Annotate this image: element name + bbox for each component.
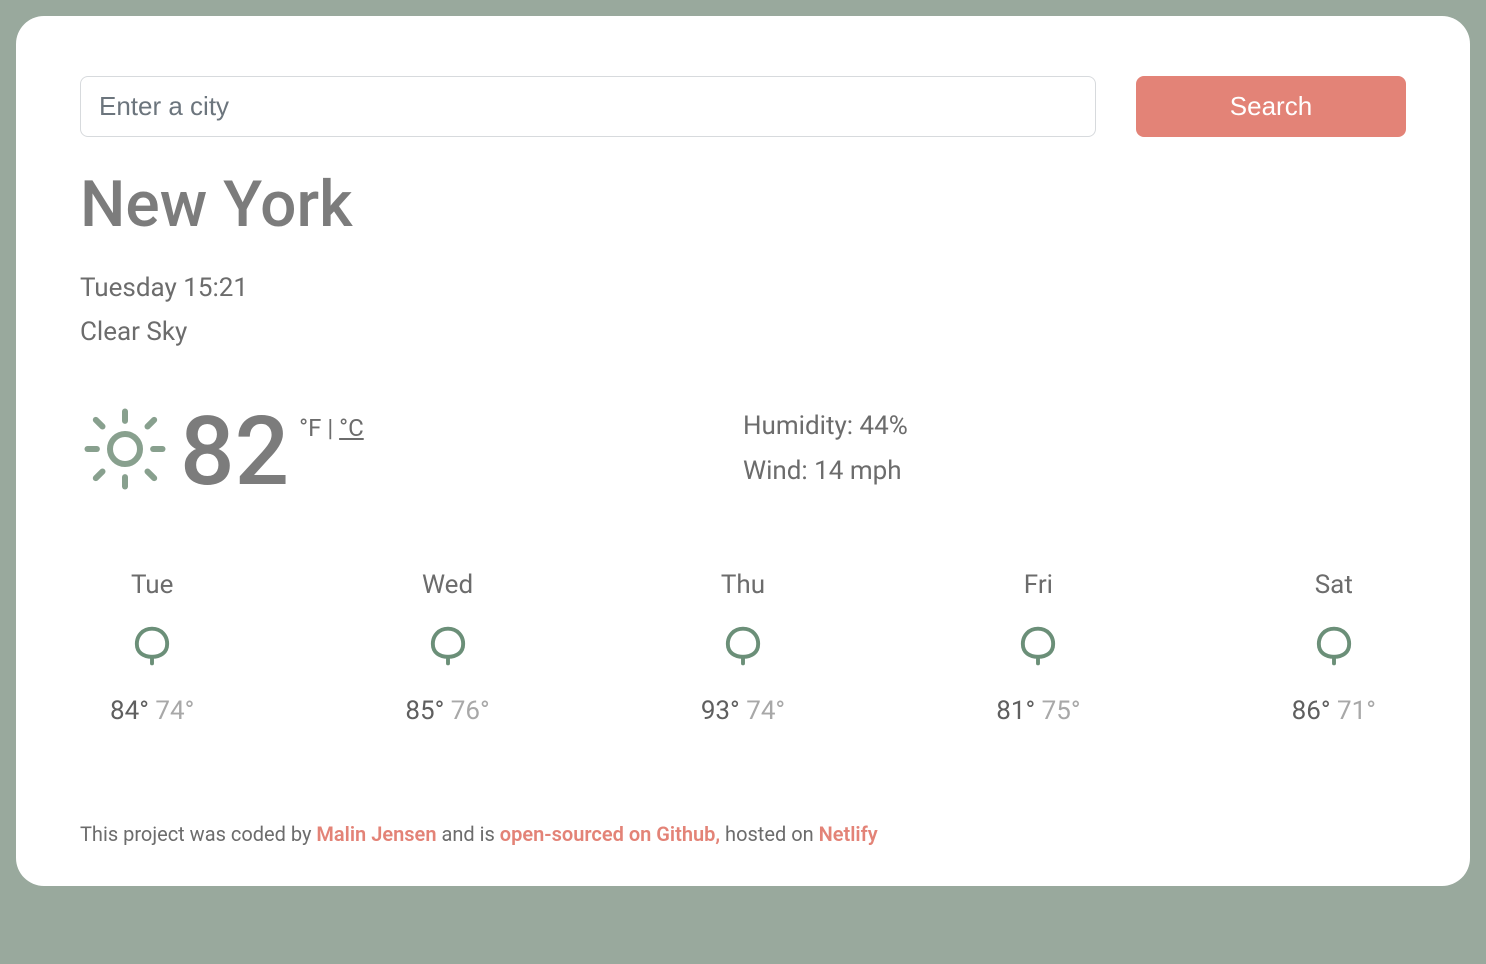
weather-card: Search New York Tuesday 15:21 Clear Sky …	[16, 16, 1470, 886]
forecast-day-label: Thu	[721, 570, 765, 600]
forecast-low: 76°	[451, 696, 490, 726]
footer-credits: This project was coded by Malin Jensen a…	[80, 822, 878, 846]
unit-toggle: °F | °C	[299, 414, 364, 442]
search-button[interactable]: Search	[1136, 76, 1406, 137]
forecast-temps: 93° 74°	[701, 696, 785, 726]
current-weather-row: 82 °F | °C Humidity: 44% Wind: 14 mph	[80, 404, 1406, 500]
footer-text-1: This project was coded by	[80, 822, 316, 846]
celsius-link[interactable]: °C	[339, 414, 364, 442]
forecast-high: 93°	[701, 696, 740, 726]
netlify-link[interactable]: Netlify	[819, 822, 878, 846]
forecast-temps: 85° 76°	[405, 696, 489, 726]
fahrenheit-link[interactable]: °F	[299, 414, 321, 442]
forecast-col: Wed 85° 76°	[405, 570, 489, 726]
humidity-value: 44%	[860, 411, 908, 441]
forecast-temps: 81° 75°	[996, 696, 1080, 726]
condition-text: Clear Sky	[80, 310, 1406, 354]
cloud-rain-icon	[126, 620, 178, 676]
github-link[interactable]: open-sourced on Github,	[500, 822, 720, 846]
forecast-temps: 84° 74°	[110, 696, 194, 726]
current-temperature: 82	[180, 404, 289, 500]
forecast-high: 81°	[996, 696, 1035, 726]
author-link[interactable]: Malin Jensen	[316, 822, 436, 846]
sun-icon	[80, 404, 170, 498]
wind-value: 14 mph	[814, 456, 901, 486]
forecast-day-label: Fri	[1024, 570, 1053, 600]
unit-separator: |	[321, 414, 339, 442]
forecast-day-label: Wed	[422, 570, 473, 600]
forecast-high: 86°	[1292, 696, 1331, 726]
forecast-high: 84°	[110, 696, 149, 726]
footer-text-2: and is	[437, 822, 500, 846]
city-search-input[interactable]	[80, 76, 1096, 137]
stats-block: Humidity: 44% Wind: 14 mph	[743, 404, 1406, 492]
cloud-rain-icon	[1308, 620, 1360, 676]
city-name: New York	[80, 167, 1406, 242]
humidity-line: Humidity: 44%	[743, 404, 1406, 448]
footer-text-3: hosted on	[720, 822, 819, 846]
forecast-col: Sat 86° 71°	[1292, 570, 1376, 726]
humidity-label: Humidity:	[743, 411, 860, 441]
forecast-low: 75°	[1042, 696, 1081, 726]
datetime-text: Tuesday 15:21	[80, 266, 1406, 310]
forecast-high: 85°	[405, 696, 444, 726]
forecast-day-label: Tue	[131, 570, 173, 600]
forecast-day-label: Sat	[1315, 570, 1353, 600]
forecast-col: Fri 81° 75°	[996, 570, 1080, 726]
forecast-col: Thu 93° 74°	[701, 570, 785, 726]
forecast-temps: 86° 71°	[1292, 696, 1376, 726]
forecast-low: 71°	[1337, 696, 1376, 726]
forecast-row: Tue 84° 74° Wed 85° 76	[80, 570, 1406, 726]
forecast-low: 74°	[155, 696, 194, 726]
cloud-rain-icon	[1012, 620, 1064, 676]
forecast-col: Tue 84° 74°	[110, 570, 194, 726]
cloud-rain-icon	[422, 620, 474, 676]
wind-line: Wind: 14 mph	[743, 449, 1406, 493]
search-row: Search	[80, 76, 1406, 137]
wind-label: Wind:	[743, 456, 814, 486]
forecast-low: 74°	[746, 696, 785, 726]
cloud-rain-icon	[717, 620, 769, 676]
